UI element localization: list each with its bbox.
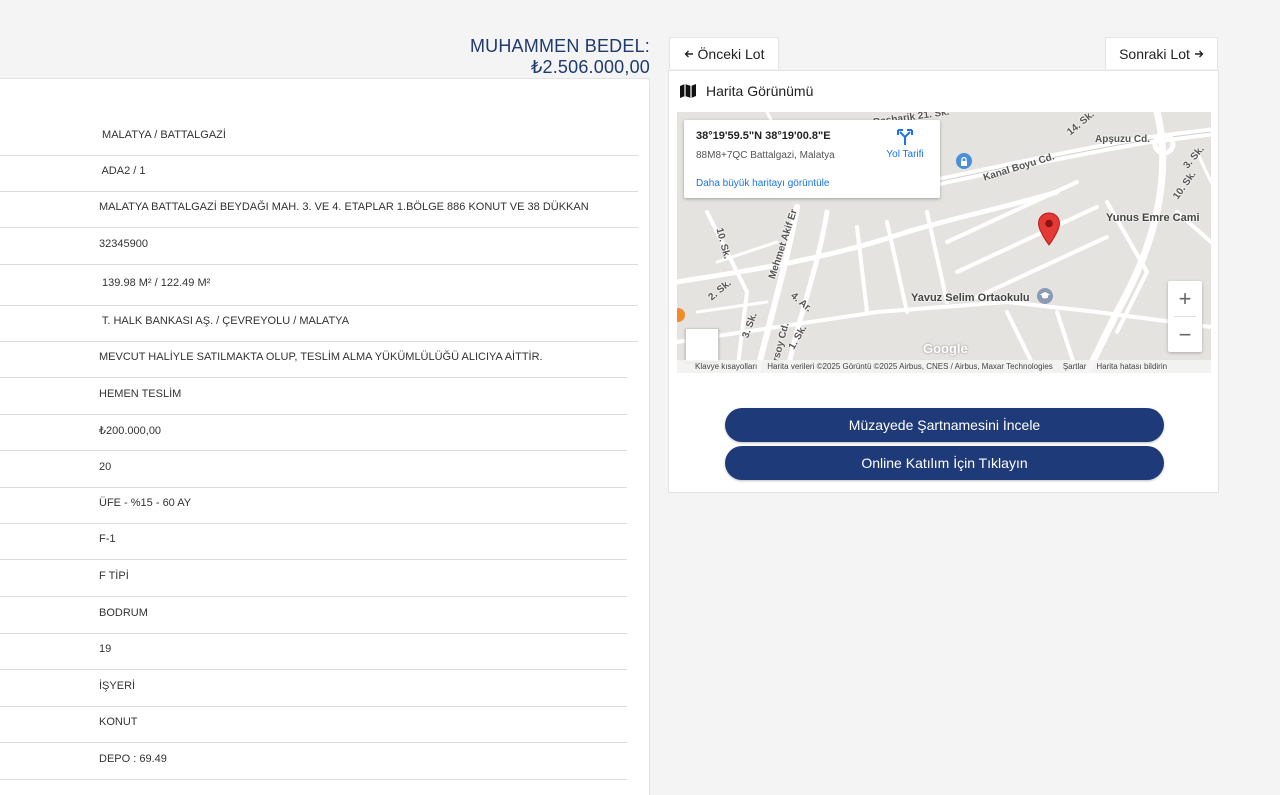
arrow-right-icon — [1194, 46, 1204, 62]
map-zoom-control: + − — [1168, 281, 1202, 352]
detail-row: ÜFE - %15 - 60 AY — [0, 487, 627, 524]
detail-value: ÜFE - %15 - 60 AY — [99, 497, 192, 509]
detail-value: T. HALK BANKASI AŞ. / ÇEVREYOLU / MALATY… — [99, 315, 350, 327]
detail-value: F TİPİ — [99, 569, 129, 582]
detail-value: MEVCUT HALİYLE SATILMAKTA OLUP, TESLİM A… — [99, 351, 543, 363]
detail-value: 32345900 — [99, 237, 148, 250]
detail-value: 20 — [99, 460, 112, 473]
zoom-in-button[interactable]: + — [1168, 281, 1202, 316]
detail-row: BODRUM — [0, 596, 627, 634]
embedded-map[interactable]: Başharik 21. Sk. Apşuzu Cd. Kanal Boyu C… — [677, 112, 1211, 373]
map-label: Yavuz Selim Ortaokulu — [911, 292, 1030, 304]
plus-icon: + — [1178, 285, 1192, 311]
detail-row: ₺200.000,00 — [0, 414, 627, 451]
detail-row: MEVCUT HALİYLE SATILMAKTA OLUP, TESLİM A… — [0, 341, 627, 378]
detail-row: MALATYA / BATTALGAZİ — [0, 119, 638, 156]
detail-row: 19 — [0, 633, 627, 670]
map-attribution-bar: Klavye kısayolları Harita verileri ©2025… — [677, 360, 1211, 373]
map-data-text: Harita verileri ©2025 Görüntü ©2025 Airb… — [767, 362, 1053, 371]
next-lot-label: Sonraki Lot — [1119, 45, 1190, 62]
detail-value: DEPO : 69.49 — [99, 752, 167, 765]
detail-value: KONUT — [99, 716, 138, 728]
detail-row: HEMEN TESLİM — [0, 377, 627, 415]
detail-value: 139.98 M² / 122.49 M² — [99, 276, 211, 289]
lot-details-panel: MALATYA / BATTALGAZİ ADA2 / 1 MALATYA BAT… — [0, 78, 650, 795]
detail-row: F-1 — [0, 523, 627, 560]
map-icon — [680, 84, 696, 98]
detail-row: ADA2 / 1 — [0, 155, 638, 192]
map-label: Yunus Emre Cami — [1106, 212, 1200, 224]
map-panel: Harita Görünümü 21. Sk. Apşuzu Cd. Kanal… — [668, 70, 1219, 493]
page: MUHAMMEN BEDEL: ₺2.506.000,00 MALATYA / … — [0, 0, 1280, 795]
directions-label: Yol Tarifi — [886, 149, 924, 160]
detail-value: MALATYA / BATTALGAZİ — [99, 129, 226, 141]
minus-icon: − — [1178, 321, 1192, 347]
estimated-price-title: MUHAMMEN BEDEL: ₺2.506.000,00 — [469, 36, 650, 77]
detail-row: 139.98 M² / 122.49 M² — [0, 264, 638, 306]
zoom-out-button[interactable]: − — [1168, 317, 1202, 352]
poi-lock-icon — [956, 153, 972, 169]
google-logo: Google — [923, 341, 968, 356]
coordinates-text: 38°19'59.5"N 38°19'00.8"E — [696, 130, 831, 142]
arrow-left-icon — [684, 46, 694, 62]
detail-value: 19 — [99, 643, 112, 655]
keyboard-shortcuts-link[interactable]: Klavye kısayolları — [695, 362, 757, 371]
map-pin-icon[interactable] — [1037, 212, 1061, 251]
map-type-toggle[interactable] — [685, 328, 719, 362]
map-title: Harita Görünümü — [706, 83, 814, 99]
map-label: Apşuzu Cd. — [1095, 134, 1150, 145]
detail-value: HEMEN TESLİM — [99, 387, 182, 400]
school-icon — [1037, 288, 1053, 304]
view-auction-spec-button[interactable]: Müzayede Şartnamesini İncele — [725, 408, 1164, 442]
directions-icon — [897, 129, 913, 145]
detail-row: 20 — [0, 450, 627, 488]
detail-value: İŞYERİ — [99, 679, 136, 692]
map-header: Harita Görünümü — [679, 83, 813, 99]
previous-lot-button[interactable]: Önceki Lot — [669, 37, 779, 69]
detail-row: T. HALK BANKASI AŞ. / ÇEVREYOLU / MALATY… — [0, 305, 638, 342]
detail-value: BODRUM — [99, 606, 148, 619]
terms-link[interactable]: Şartlar — [1063, 362, 1087, 371]
directions-button[interactable]: Yol Tarifi — [880, 128, 930, 160]
online-participation-button[interactable]: Online Katılım İçin Tıklayın — [725, 446, 1164, 480]
map-info-card: 38°19'59.5"N 38°19'00.8"E 88M8+7QC Batta… — [684, 120, 940, 198]
detail-row: MALATYA BATTALGAZİ BEYDAĞI MAH. 3. VE 4.… — [0, 191, 638, 228]
report-map-error-link[interactable]: Harita hatası bildirin — [1096, 362, 1167, 371]
larger-map-link[interactable]: Daha büyük haritayı görüntüle — [696, 178, 829, 189]
detail-row: DEPO : 69.49 — [0, 742, 627, 780]
detail-value: ₺200.000,00 — [99, 425, 162, 437]
next-lot-button[interactable]: Sonraki Lot — [1105, 37, 1218, 69]
previous-lot-label: Önceki Lot — [697, 45, 765, 62]
detail-value: F-1 — [99, 533, 116, 545]
detail-value: ADA2 / 1 — [99, 165, 146, 177]
plus-code-text: 88M8+7QC Battalgazi, Malatya — [696, 150, 835, 161]
detail-row: İŞYERİ — [0, 669, 627, 707]
detail-row: 32345900 — [0, 227, 638, 265]
detail-value: MALATYA BATTALGAZİ BEYDAĞI MAH. 3. VE 4.… — [99, 201, 589, 213]
detail-row: KONUT — [0, 706, 627, 743]
detail-row: F TİPİ — [0, 559, 627, 597]
